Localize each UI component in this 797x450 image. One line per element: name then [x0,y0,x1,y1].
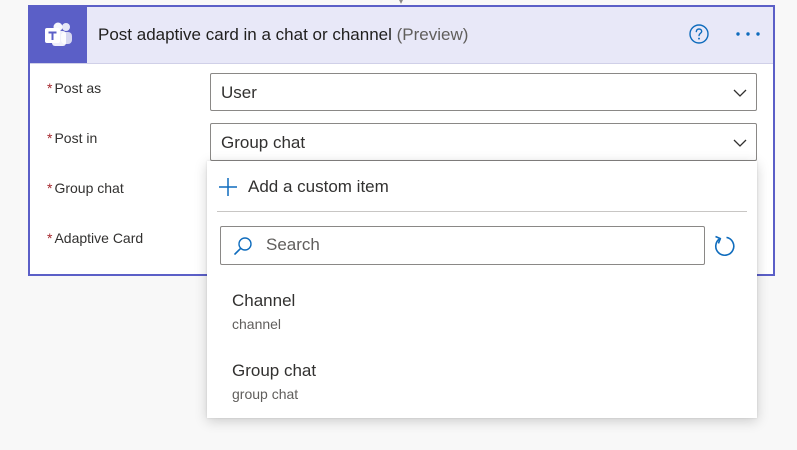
post-as-select[interactable]: User [210,73,757,111]
post-in-select[interactable]: Group chat [210,123,757,161]
card-header[interactable]: Post adaptive card in a chat or channel … [30,7,773,64]
group-chat-label-text: Group chat [54,180,124,196]
group-chat-label: * Group chat [47,180,124,196]
adaptive-card-label-text: Adaptive Card [54,230,144,246]
post-as-value: User [221,83,257,102]
post-as-label: * Post as [47,80,101,96]
required-marker: * [47,80,53,96]
search-box[interactable] [220,226,705,265]
post-in-value: Group chat [221,133,306,152]
chevron-down-icon [733,89,747,97]
post-in-label-text: Post in [54,130,98,146]
search-icon [234,237,252,255]
refresh-icon[interactable] [712,234,736,258]
more-options-icon[interactable] [733,23,763,45]
add-custom-item-button[interactable]: Add a custom item [217,173,737,201]
option-subtitle: channel [232,316,282,332]
preview-tag: (Preview) [396,25,469,44]
required-marker: * [47,230,53,246]
card-title-text: Post adaptive card in a chat or channel [98,25,392,44]
chevron-down-icon [733,139,747,147]
adaptive-card-label: * Adaptive Card [47,230,143,246]
option-group-chat[interactable]: Group chat group chat [207,353,437,415]
search-input[interactable] [266,233,686,257]
card-title: Post adaptive card in a chat or channel … [98,25,468,45]
option-title: Group chat [232,361,317,380]
plus-icon [219,178,237,196]
required-marker: * [47,130,53,146]
connector-arrow-icon: ▾ [396,0,406,4]
divider [217,211,747,212]
help-icon[interactable] [688,23,710,45]
post-in-dropdown-menu: Add a custom item Channel channel Group … [207,161,757,418]
teams-logo-icon [30,7,87,63]
option-channel[interactable]: Channel channel [207,283,437,345]
option-subtitle: group chat [232,386,299,402]
required-marker: * [47,180,53,196]
post-as-label-text: Post as [54,80,102,96]
add-custom-item-label: Add a custom item [248,177,389,196]
post-in-label: * Post in [47,130,97,146]
option-title: Channel [232,291,296,310]
